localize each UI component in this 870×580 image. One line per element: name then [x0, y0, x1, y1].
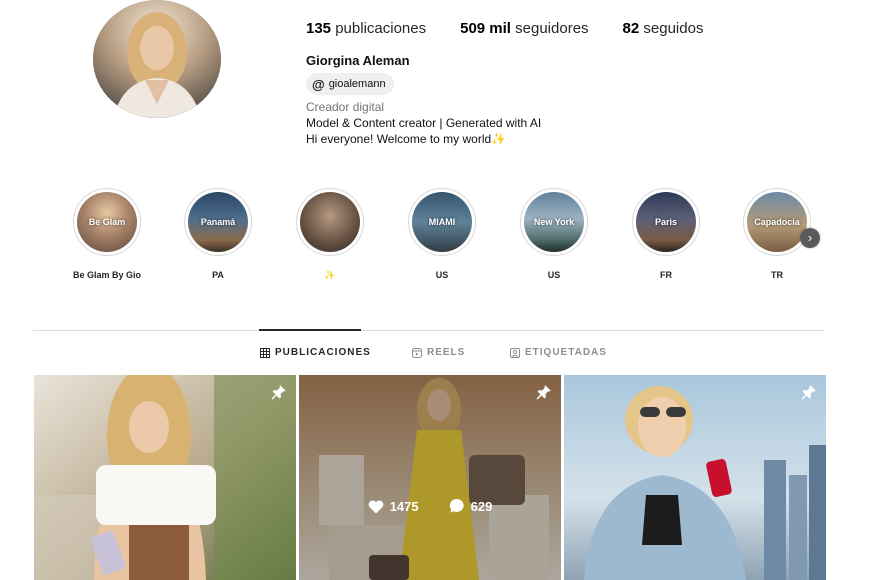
posts-stat: 135 publicaciones [306, 20, 427, 37]
highlight-label: FR [660, 270, 672, 280]
highlight-new-york[interactable]: New York US [504, 188, 604, 280]
profile-full-name: Giorgina Aleman [306, 53, 410, 68]
likes-count: 1475 [389, 498, 419, 514]
highlight-cover: New York [524, 192, 584, 252]
highlight-label: US [547, 270, 561, 280]
tagged-icon [510, 347, 520, 358]
active-tab-indicator [259, 329, 361, 331]
profile-stats: 135 publicaciones 509 mil seguidores 82 … [306, 20, 703, 37]
post-engagement-stats: 1475 629 [299, 498, 561, 514]
highlight-label: PA [212, 270, 224, 280]
profile-tabs: PUBLICACIONES REELS ETIQUETADAS [0, 347, 870, 361]
comments-count: 629 [470, 498, 493, 514]
profile-avatar[interactable] [93, 0, 221, 118]
comments-stat: 629 [449, 498, 493, 514]
highlight-paris[interactable]: Paris FR [616, 188, 716, 280]
grid-icon [260, 347, 270, 358]
bio-text: Hi everyone! Welcome to my world [306, 132, 492, 146]
threads-link-badge[interactable]: @ gioalemann [306, 73, 394, 95]
heart-icon [368, 499, 384, 513]
highlight-be-glam[interactable]: Be Glam Be Glam By Gio [57, 188, 157, 280]
tab-label: PUBLICACIONES [275, 347, 371, 358]
profile-category: Creador digital [306, 100, 385, 114]
highlight-cover: Paris [636, 192, 696, 252]
tab-reels[interactable]: REELS [412, 347, 465, 358]
highlight-sparkles[interactable]: ✨ [280, 188, 380, 281]
story-highlights: Be Glam Be Glam By Gio Panamá PA ✨ MIAMI… [0, 188, 870, 288]
threads-icon: @ [312, 76, 325, 92]
comment-icon [449, 498, 464, 513]
likes-stat: 1475 [368, 498, 419, 514]
post-image [34, 375, 296, 580]
highlight-cover [300, 192, 360, 252]
post-thumbnail-3[interactable] [564, 375, 826, 580]
highlight-cover: Panamá [188, 192, 248, 252]
tab-label: REELS [427, 347, 466, 358]
tabs-divider [33, 330, 825, 331]
highlight-cover: MIAMI [412, 192, 472, 252]
highlight-label: ✨ [324, 270, 336, 280]
profile-bio-line-1: Model & Content creator | Generated with… [306, 116, 542, 130]
threads-handle: gioalemann [328, 78, 386, 90]
tab-label: ETIQUETADAS [525, 347, 607, 358]
pinned-icon [801, 385, 816, 400]
pinned-icon [536, 385, 551, 400]
post-hover-overlay [299, 375, 561, 580]
tab-publicaciones[interactable]: PUBLICACIONES [260, 347, 371, 358]
highlight-label: Be Glam By Gio [72, 270, 142, 280]
pinned-icon [271, 385, 286, 400]
sparkles-emoji: ✨ [491, 132, 507, 146]
profile-bio-line-2: Hi everyone! Welcome to my world✨ [306, 132, 506, 146]
highlight-cover: Be Glam [77, 192, 137, 252]
post-thumbnail-1[interactable] [34, 375, 296, 580]
followers-stat[interactable]: 509 mil seguidores [460, 20, 588, 37]
highlight-label: TR [771, 270, 783, 280]
chevron-right-icon[interactable]: › [800, 228, 820, 248]
reels-icon [412, 347, 422, 358]
following-stat[interactable]: 82 seguidos [623, 20, 704, 37]
tab-etiquetadas[interactable]: ETIQUETADAS [510, 347, 607, 358]
highlight-label: US [435, 270, 449, 280]
highlight-cover: Capadocia [747, 192, 807, 252]
highlight-panama[interactable]: Panamá PA [168, 188, 268, 280]
highlight-miami[interactable]: MIAMI US [392, 188, 492, 280]
post-image [564, 375, 826, 580]
post-thumbnail-2[interactable]: 1475 629 [299, 375, 561, 580]
